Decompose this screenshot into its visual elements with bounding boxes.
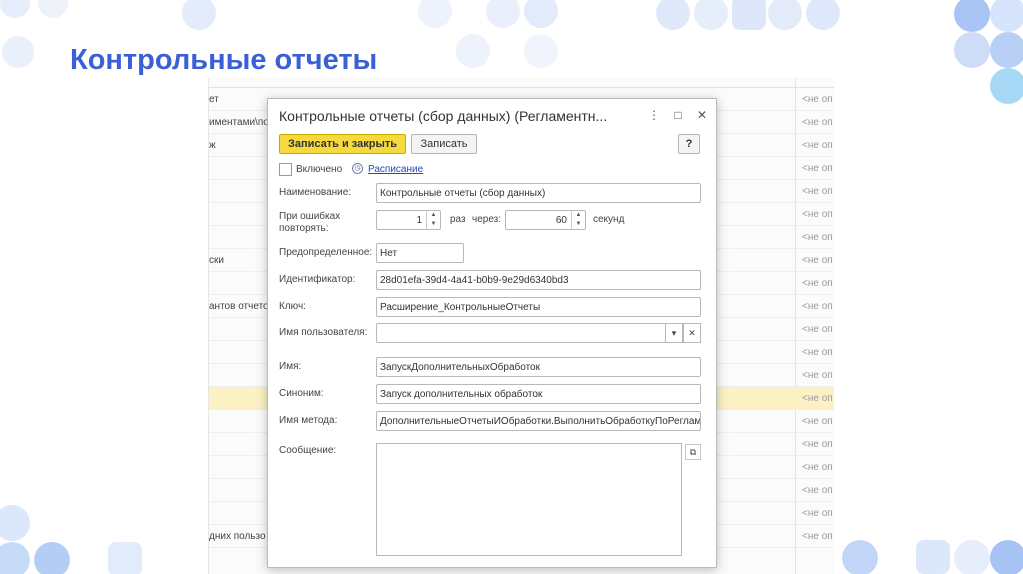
times-label: раз bbox=[450, 214, 466, 225]
decor-circle bbox=[0, 542, 30, 574]
help-button[interactable]: ? bbox=[678, 134, 700, 154]
row-status-cell: <не оп bbox=[802, 301, 833, 312]
retry-count-spinner[interactable]: ▲ ▼ bbox=[426, 211, 440, 229]
save-button[interactable]: Записать bbox=[411, 134, 477, 154]
row-status-cell: <не оп bbox=[802, 94, 833, 105]
decor-circle bbox=[0, 505, 30, 541]
decor-circle bbox=[954, 32, 990, 68]
slide-title: Контрольные отчеты bbox=[70, 44, 378, 76]
clear-icon[interactable]: ✕ bbox=[683, 323, 701, 343]
predefined-label: Предопределенное: bbox=[279, 247, 373, 258]
row-status-cell: <не оп bbox=[802, 278, 833, 289]
retry-interval-value: 60 bbox=[555, 215, 567, 226]
decor-circle bbox=[418, 0, 452, 28]
close-icon[interactable]: ✕ bbox=[694, 107, 710, 123]
name-field[interactable]: Контрольные отчеты (сбор данных) bbox=[376, 183, 701, 203]
retry-label: При ошибках повторять: bbox=[279, 211, 341, 234]
row-status-cell: <не оп bbox=[802, 485, 833, 496]
via-label: через: bbox=[472, 214, 502, 225]
dropdown-icon[interactable]: ▾ bbox=[665, 323, 683, 343]
background-list-header bbox=[209, 78, 834, 88]
row-status-cell: <не оп bbox=[802, 232, 833, 243]
job-name-label: Имя: bbox=[279, 361, 302, 372]
row-status-cell: <не оп bbox=[802, 347, 833, 358]
decor-circle bbox=[34, 542, 70, 574]
row-name-cell: ж bbox=[209, 140, 216, 151]
decor-circle bbox=[656, 0, 690, 30]
decor-circle bbox=[0, 0, 30, 18]
identifier-field: 28d01efa-39d4-4a41-b0b9-9e29d6340bd3 bbox=[376, 270, 701, 290]
save-and-close-button[interactable]: Записать и закрыть bbox=[279, 134, 406, 154]
decor-circle bbox=[990, 32, 1023, 68]
decor-circle bbox=[486, 0, 520, 28]
row-status-cell: <не оп bbox=[802, 163, 833, 174]
predefined-field: Нет bbox=[376, 243, 464, 263]
retry-count-value: 1 bbox=[416, 215, 422, 226]
message-label: Сообщение: bbox=[279, 445, 337, 456]
row-name-cell: ет bbox=[209, 94, 219, 105]
synonym-label: Синоним: bbox=[279, 388, 324, 399]
row-status-cell: <не оп bbox=[802, 209, 833, 220]
name-label: Наименование: bbox=[279, 187, 352, 198]
dialog-title: Контрольные отчеты (сбор данных) (Реглам… bbox=[279, 108, 608, 124]
retry-interval-field[interactable]: 60 ▲ ▼ bbox=[505, 210, 586, 230]
message-textarea[interactable] bbox=[376, 443, 682, 556]
row-status-cell: <не оп bbox=[802, 186, 833, 197]
user-name-field[interactable] bbox=[376, 323, 667, 343]
maximize-icon[interactable]: □ bbox=[670, 107, 686, 123]
more-menu-icon[interactable]: ⋮ bbox=[646, 107, 662, 123]
row-name-cell: дних пользо bbox=[209, 531, 266, 542]
row-status-cell: <не оп bbox=[802, 255, 833, 266]
open-window-icon[interactable]: ⧉ bbox=[685, 444, 701, 460]
decor-circle bbox=[990, 0, 1023, 32]
schedule-icon: ◷ bbox=[352, 163, 363, 174]
decor-square bbox=[732, 0, 766, 30]
row-status-cell: <не оп bbox=[802, 416, 833, 427]
decor-circle bbox=[806, 0, 840, 30]
decor-circle bbox=[768, 0, 802, 30]
row-status-cell: <не оп bbox=[802, 439, 833, 450]
enabled-checkbox[interactable] bbox=[279, 163, 292, 176]
key-field[interactable]: Расширение_КонтрольныеОтчеты bbox=[376, 297, 701, 317]
decor-circle bbox=[954, 540, 990, 574]
decor-circle bbox=[990, 68, 1023, 104]
identifier-label: Идентификатор: bbox=[279, 274, 356, 285]
job-name-field: ЗапускДополнительныхОбработок bbox=[376, 357, 701, 377]
row-status-cell: <не оп bbox=[802, 531, 833, 542]
row-status-cell: <не оп bbox=[802, 462, 833, 473]
row-name-cell: иментами\пос bbox=[209, 117, 274, 128]
row-name-cell: антов отчето bbox=[209, 301, 269, 312]
scheduled-job-dialog: Контрольные отчеты (сбор данных) (Реглам… bbox=[267, 98, 717, 568]
row-status-cell: <не оп bbox=[802, 370, 833, 381]
decor-circle bbox=[524, 0, 558, 28]
decor-circle bbox=[456, 34, 490, 68]
synonym-field: Запуск дополнительных обработок bbox=[376, 384, 701, 404]
decor-circle bbox=[524, 34, 558, 68]
decor-circle bbox=[842, 540, 878, 574]
user-name-label: Имя пользователя: bbox=[279, 327, 368, 338]
row-name-cell: ски bbox=[209, 255, 224, 266]
retry-count-field[interactable]: 1 ▲ ▼ bbox=[376, 210, 441, 230]
decor-circle bbox=[694, 0, 728, 30]
retry-interval-spinner[interactable]: ▲ ▼ bbox=[571, 211, 585, 229]
method-name-label: Имя метода: bbox=[279, 415, 338, 426]
seconds-label: секунд bbox=[593, 214, 625, 225]
decor-circle bbox=[38, 0, 68, 18]
decor-circle bbox=[990, 540, 1023, 574]
row-status-cell: <не оп bbox=[802, 324, 833, 335]
row-status-cell: <не оп bbox=[802, 117, 833, 128]
row-status-cell: <не оп bbox=[802, 393, 833, 404]
enabled-label: Включено bbox=[296, 164, 343, 175]
decor-circle bbox=[954, 0, 990, 32]
method-name-field: ДополнительныеОтчетыИОбработки.Выполнить… bbox=[376, 411, 701, 431]
key-label: Ключ: bbox=[279, 301, 306, 312]
schedule-link[interactable]: Расписание bbox=[368, 164, 423, 175]
decor-square bbox=[108, 542, 142, 574]
decor-square bbox=[916, 540, 950, 574]
row-status-cell: <не оп bbox=[802, 508, 833, 519]
decor-circle bbox=[182, 0, 216, 30]
row-status-cell: <не оп bbox=[802, 140, 833, 151]
decor-circle bbox=[2, 36, 34, 68]
